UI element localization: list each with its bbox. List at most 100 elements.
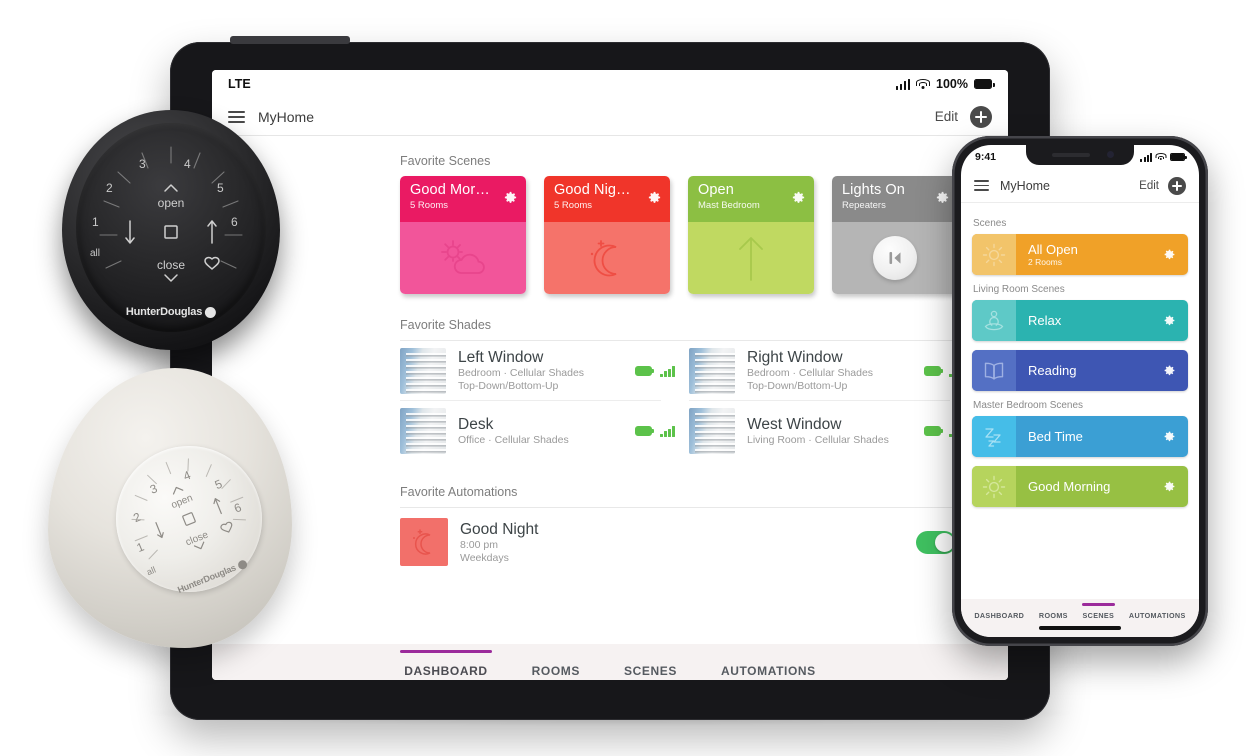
tablet-device: LTE 100% MyHome Edit Favorite Scenes Goo…	[170, 36, 1050, 720]
scene-card-art	[688, 222, 814, 294]
wifi-icon	[916, 78, 931, 90]
shade-row-west-window[interactable]: West Window Living Room · Cellular Shade…	[689, 401, 978, 461]
battery-icon	[924, 426, 944, 436]
scene-card-good-morning[interactable]: Good Mor… 5 Rooms	[400, 176, 526, 294]
shade-meta-primary: Office · Cellular Shades	[458, 433, 569, 446]
scene-name: Reading	[1028, 363, 1077, 378]
signal-strength-icon	[660, 425, 675, 437]
phone-status-bar: 9:41	[961, 145, 1199, 169]
scene-card-good-night[interactable]: Good Nig… 5 Rooms	[544, 176, 670, 294]
moon-stars-icon	[413, 529, 431, 555]
shade-row-left-window[interactable]: Left Window Bedroom · Cellular Shades To…	[400, 341, 689, 401]
tablet-nav-bar: MyHome Edit	[212, 98, 1008, 136]
battery-icon	[635, 426, 655, 436]
scene-name: Good Nig…	[554, 182, 631, 198]
tab-dashboard[interactable]: DASHBOARD	[400, 650, 493, 678]
automation-toggle[interactable]	[916, 530, 956, 554]
add-button[interactable]	[1168, 176, 1186, 195]
signal-strength-icon	[660, 365, 675, 377]
favorite-scenes-row: Good Mor… 5 Rooms Good Nig… 5 Rooms Open…	[212, 176, 1008, 294]
battery-icon	[924, 366, 944, 376]
tab-rooms[interactable]: ROOMS	[532, 658, 580, 678]
gear-icon[interactable]	[503, 190, 518, 205]
tab-dashboard[interactable]: DASHBOARD	[974, 606, 1024, 620]
scene-art	[972, 416, 1016, 457]
clock-label: 9:41	[975, 151, 997, 163]
shade-title: Left Window	[458, 349, 544, 366]
scene-card-art	[544, 222, 670, 294]
scene-card-header: Good Nig… 5 Rooms	[544, 176, 670, 222]
sun-cloud-icon	[441, 240, 485, 274]
gear-icon[interactable]	[791, 190, 806, 205]
remote-dial-face: 1 2 3 4 5 6 all open close HunterDouglas	[76, 123, 266, 332]
group-label-master-bedroom: Master Bedroom Scenes	[973, 400, 1084, 411]
scene-row-reading[interactable]: Reading	[972, 350, 1188, 391]
shade-meta-primary: Bedroom · Cellular Shades	[458, 367, 585, 379]
favorite-automations-label: Favorite Automations	[400, 485, 518, 499]
scene-row-all-open[interactable]: All Open 2 Rooms	[972, 234, 1188, 275]
home-indicator[interactable]	[1039, 626, 1121, 630]
gear-icon[interactable]	[1163, 480, 1176, 493]
shade-meta-secondary: Top-Down/Bottom-Up	[458, 380, 559, 392]
shade-thumbnail	[689, 408, 735, 454]
scene-subtitle: Repeaters	[842, 200, 886, 211]
automation-time: 8:00 pm	[460, 538, 498, 551]
shade-row-right-window[interactable]: Right Window Bedroom · Cellular Shades T…	[689, 341, 978, 401]
scene-card-lights-on[interactable]: Lights On Repeaters	[832, 176, 958, 294]
shade-title: West Window	[747, 415, 842, 433]
edit-button[interactable]: Edit	[935, 109, 958, 124]
tab-scenes[interactable]: SCENES	[1081, 603, 1115, 620]
cellular-signal-icon	[1140, 152, 1152, 162]
scene-subtitle: 5 Rooms	[410, 200, 449, 211]
scene-text: Bed Time	[1016, 429, 1163, 444]
shade-thumbnail	[689, 348, 735, 394]
gear-icon[interactable]	[1163, 248, 1176, 261]
tablet-hardware-buttons	[230, 36, 350, 44]
scene-card-art	[400, 222, 526, 294]
tab-rooms[interactable]: ROOMS	[1039, 606, 1068, 620]
status-right-cluster	[1140, 152, 1187, 162]
add-button[interactable]	[970, 105, 992, 128]
brand-logo: HunterDouglas	[125, 306, 217, 318]
brand-name: HunterDouglas	[125, 306, 203, 318]
shade-status-icons	[635, 365, 689, 377]
scene-name: Good Mor…	[410, 182, 490, 198]
tab-scenes[interactable]: SCENES	[624, 658, 677, 678]
automation-title: Good Night	[460, 520, 539, 538]
gear-icon[interactable]	[935, 190, 950, 205]
scene-row-good-morning[interactable]: Good Morning	[972, 466, 1188, 507]
carrier-label: LTE	[228, 77, 251, 91]
automation-row-good-night[interactable]: Good Night 8:00 pm Weekdays	[212, 508, 1008, 566]
scene-name: Bed Time	[1028, 429, 1083, 444]
shade-row-desk[interactable]: Desk Office · Cellular Shades	[400, 401, 689, 461]
cellular-signal-icon	[895, 78, 911, 90]
automation-thumbnail	[400, 518, 448, 566]
scene-card-art	[832, 222, 958, 294]
scene-row-relax[interactable]: Relax	[972, 300, 1188, 341]
hamburger-menu-icon[interactable]	[974, 180, 989, 191]
gear-icon[interactable]	[1163, 430, 1176, 443]
repeater-icon	[873, 236, 917, 280]
scene-text: Relax	[1016, 313, 1163, 328]
phone-screen: 9:41 MyHome Edit Scenes All Open 2 Rooms…	[961, 145, 1199, 637]
open-book-icon	[984, 362, 1004, 380]
gear-icon[interactable]	[647, 190, 662, 205]
phone-nav-bar: MyHome Edit	[961, 169, 1199, 203]
shade-title: Right Window	[747, 349, 843, 366]
favorite-shades-grid: Left Window Bedroom · Cellular Shades To…	[212, 341, 1008, 461]
remote-controls: 1 2 3 4 5 6 all open close HunterDouglas	[76, 123, 266, 332]
phone-tab-bar: DASHBOARD ROOMS SCENES AUTOMATIONS	[961, 599, 1199, 637]
tab-automations[interactable]: AUTOMATIONS	[1129, 606, 1186, 620]
scene-row-bed-time[interactable]: Bed Time	[972, 416, 1188, 457]
shade-meta-secondary: Top-Down/Bottom-Up	[747, 380, 848, 392]
pebble-remote-light: 1 2 3 4 5 6 all open close HunterDouglas	[48, 368, 292, 648]
scene-card-header: Lights On Repeaters	[832, 176, 958, 222]
gear-icon[interactable]	[1163, 314, 1176, 327]
shade-info: Desk Office · Cellular Shades	[446, 416, 635, 447]
edit-button[interactable]: Edit	[1139, 180, 1159, 192]
scene-subtitle: 5 Rooms	[554, 200, 593, 211]
scene-card-open[interactable]: Open Mast Bedroom	[688, 176, 814, 294]
gear-icon[interactable]	[1163, 364, 1176, 377]
scene-name: Relax	[1028, 313, 1062, 328]
tab-automations[interactable]: AUTOMATIONS	[721, 658, 816, 678]
